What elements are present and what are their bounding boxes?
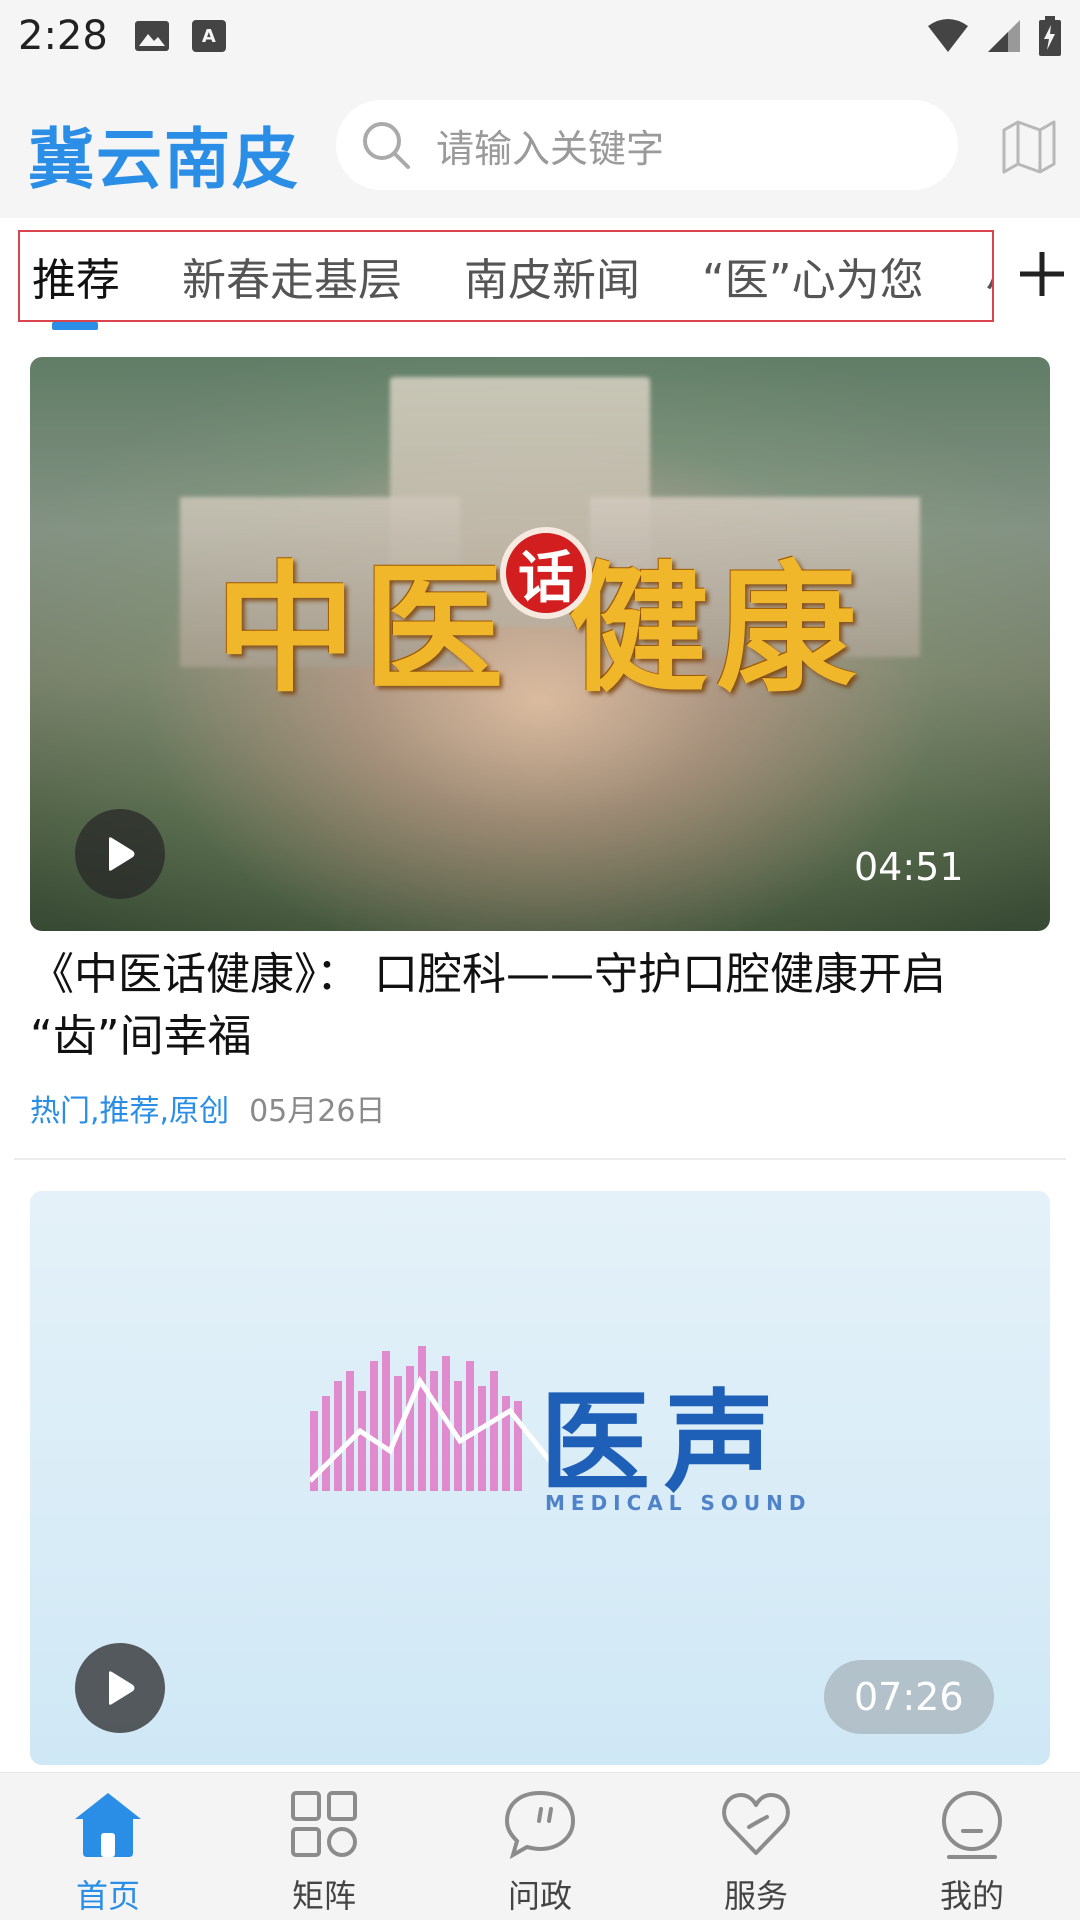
sound-bars-graphic	[310, 1346, 550, 1491]
nav-mine-label: 我的	[939, 1877, 1004, 1915]
video-duration: 07:26	[824, 1660, 994, 1734]
search-icon	[363, 122, 410, 169]
nav-inquiry[interactable]: 问政	[432, 1773, 648, 1920]
signal-icon	[988, 20, 1020, 52]
nav-inquiry-label: 问政	[507, 1877, 572, 1915]
video-thumbnail[interactable]: 医声 MEDICAL SOUND 07:26	[30, 1191, 1050, 1765]
tab-partial[interactable]: 小	[986, 244, 992, 308]
article-title[interactable]: 《中医话健康》： 口腔科——守护口腔健康开启 “齿”间幸福	[30, 944, 1060, 1068]
play-button[interactable]	[75, 1643, 165, 1733]
tab-recommend[interactable]: 推荐	[32, 244, 120, 308]
nav-service[interactable]: 服务	[648, 1773, 864, 1920]
nav-matrix-label: 矩阵	[291, 1877, 356, 1915]
map-icon[interactable]	[1000, 118, 1058, 174]
search-placeholder: 请输入关键字	[436, 126, 665, 171]
heart-icon	[722, 1793, 790, 1855]
video-thumbnail[interactable]: 中医 健康 话 04:51	[30, 357, 1050, 931]
plus-icon[interactable]	[1016, 248, 1068, 300]
search-bar[interactable]: 请输入关键字	[336, 100, 958, 190]
battery-charging-icon	[1039, 16, 1061, 56]
user-face-icon	[942, 1791, 1002, 1859]
feed-divider	[14, 1158, 1066, 1160]
thumbnail-title: 医声	[540, 1378, 788, 1507]
video-duration: 04:51	[854, 845, 964, 889]
play-button[interactable]	[75, 809, 165, 899]
status-notification-icons: A	[134, 20, 226, 52]
article-meta: 热门,推荐,原创 05月26日	[30, 1086, 385, 1130]
tab-nanpi-news[interactable]: 南皮新闻	[464, 244, 640, 308]
wifi-icon	[928, 19, 968, 52]
home-icon	[75, 1793, 141, 1857]
status-system-icons	[926, 16, 1062, 56]
tab-new-year-grassroots[interactable]: 新春走基层	[182, 244, 402, 308]
active-tab-indicator	[52, 322, 98, 330]
app-brand-title: 冀云南皮	[28, 121, 300, 198]
status-bar: 2:28 A	[0, 0, 1080, 72]
tab-medical-care[interactable]: “医”心为您	[702, 244, 924, 308]
thumbnail-seal: 话	[500, 527, 592, 619]
article-tags: 热门,推荐,原创	[30, 1094, 230, 1129]
play-icon	[109, 1671, 135, 1705]
app-header: 冀云南皮 请输入关键字	[0, 72, 1080, 218]
article-date: 05月26日	[249, 1094, 386, 1129]
grid-icon	[291, 1791, 357, 1857]
nav-matrix[interactable]: 矩阵	[216, 1773, 432, 1920]
bottom-navigation: 首页 矩阵 问政 服务 我的	[0, 1772, 1080, 1920]
nav-mine[interactable]: 我的	[864, 1773, 1080, 1920]
play-icon	[109, 837, 135, 871]
status-time: 2:28	[18, 13, 108, 59]
tab-strip: 推荐 新春走基层 南皮新闻 “医”心为您 小	[18, 230, 994, 322]
nav-service-label: 服务	[723, 1877, 788, 1915]
thumbnail-subtitle: MEDICAL SOUND	[545, 1491, 812, 1515]
nav-home[interactable]: 首页	[0, 1773, 216, 1920]
font-a-icon: A	[191, 20, 226, 52]
image-icon	[134, 21, 169, 51]
chat-bubble-icon	[504, 1790, 576, 1860]
channel-tabs: 推荐 新春走基层 南皮新闻 “医”心为您 小	[0, 218, 1080, 330]
nav-home-label: 首页	[75, 1877, 140, 1915]
